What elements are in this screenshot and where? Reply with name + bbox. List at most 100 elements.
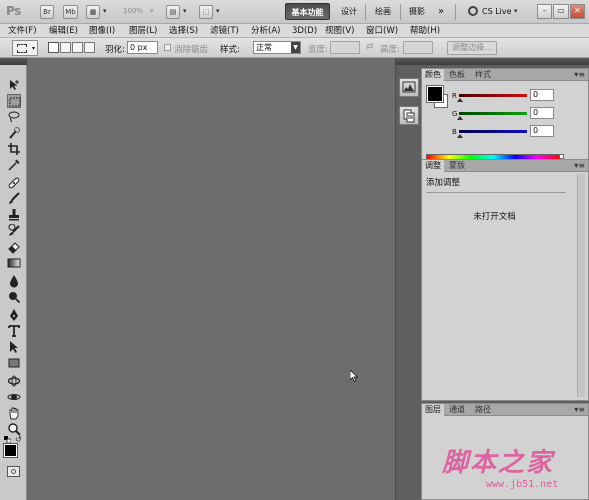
foreground-color-swatch[interactable] [426, 85, 444, 103]
eraser-tool-icon[interactable] [7, 240, 21, 254]
intersect-selection-icon[interactable] [84, 42, 95, 53]
menu-edit[interactable]: 编辑(E) [49, 25, 78, 37]
history-brush-tool-icon[interactable] [7, 223, 21, 238]
cs-live-dropdown-icon[interactable]: ▾ [514, 7, 518, 15]
rectangular-marquee-tool-icon[interactable] [7, 94, 21, 108]
arrange-dropdown-icon[interactable]: ▾ [183, 7, 187, 15]
menu-image[interactable]: 图像(I) [89, 25, 115, 37]
path-selection-tool-icon[interactable] [7, 340, 21, 354]
dodge-tool-icon[interactable] [7, 290, 21, 304]
pen-tool-icon[interactable] [7, 308, 21, 322]
history-icon [403, 109, 415, 123]
minimize-button[interactable]: – [537, 4, 553, 19]
panel-menu-icon[interactable]: ▾≡ [574, 404, 585, 416]
arrange-documents-button[interactable]: ▤ [166, 5, 180, 19]
cs-live-button[interactable]: CS Live [482, 7, 512, 16]
red-slider-thumb[interactable] [457, 98, 463, 102]
history-panel-button[interactable] [399, 106, 419, 125]
menu-layer[interactable]: 图层(L) [129, 25, 157, 37]
blue-slider-thumb[interactable] [457, 134, 463, 138]
menu-file[interactable]: 文件(F) [8, 25, 37, 37]
menu-analysis[interactable]: 分析(A) [251, 25, 280, 37]
toolbox-grip[interactable] [0, 58, 27, 65]
blue-value-input[interactable]: 0 [530, 125, 554, 137]
workspace-photography[interactable]: 摄影 [404, 3, 430, 20]
adjustments-scrollbar[interactable] [577, 174, 585, 397]
green-slider-thumb[interactable] [457, 116, 463, 120]
new-selection-icon[interactable] [48, 42, 59, 53]
bridge-button[interactable]: Br [40, 5, 54, 19]
tab-paths[interactable]: 路径 [472, 404, 494, 416]
swap-colors-icon[interactable]: ↺ [15, 435, 22, 444]
blue-slider[interactable] [459, 130, 527, 133]
move-tool-icon[interactable] [7, 78, 21, 92]
swap-dimensions-icon[interactable]: ⇄ [366, 42, 374, 52]
panel-menu-icon[interactable]: ▾≡ [574, 69, 585, 81]
foreground-color-swatch[interactable] [3, 443, 18, 458]
3d-orbit-tool-icon[interactable] [7, 390, 21, 404]
menu-window[interactable]: 窗口(W) [366, 25, 398, 37]
tab-styles[interactable]: 样式 [472, 69, 494, 81]
rectangle-tool-icon[interactable] [7, 356, 21, 370]
height-field[interactable] [403, 41, 433, 54]
style-select[interactable]: 正常 ▼ [253, 41, 301, 54]
type-tool-icon[interactable] [7, 324, 21, 338]
tab-adjustments[interactable]: 调整 [422, 160, 444, 172]
histogram-panel-button[interactable] [399, 78, 419, 97]
antialias-checkbox[interactable] [164, 44, 171, 51]
zoom-tool-icon[interactable] [7, 422, 21, 436]
tool-preset-picker[interactable]: ▾ [12, 40, 38, 56]
spot-healing-brush-tool-icon[interactable] [7, 176, 21, 190]
screen-mode-button[interactable]: ⬚ [199, 5, 213, 19]
3d-rotate-tool-icon[interactable] [7, 374, 21, 388]
workspace-divider [400, 4, 401, 20]
view-extras-dropdown-icon[interactable]: ▾ [103, 7, 107, 15]
feather-input[interactable]: 0 px [127, 41, 158, 54]
red-slider[interactable] [459, 94, 527, 97]
screen-mode-dropdown-icon[interactable]: ▾ [216, 7, 220, 15]
default-colors-icon[interactable] [4, 436, 12, 444]
workspace-design[interactable]: 设计 [337, 3, 361, 20]
panels-grip[interactable] [421, 58, 589, 65]
chevron-down-icon: ▼ [291, 42, 300, 53]
green-slider[interactable] [459, 112, 527, 115]
more-workspaces-button[interactable]: » [434, 3, 448, 20]
menu-help[interactable]: 帮助(H) [410, 25, 440, 37]
menu-3d[interactable]: 3D(D) [292, 25, 317, 37]
brush-tool-icon[interactable] [7, 192, 21, 206]
tab-channels[interactable]: 通道 [446, 404, 468, 416]
menu-select[interactable]: 选择(S) [169, 25, 198, 37]
refine-edge-button[interactable]: 调整边缘... [447, 41, 497, 55]
restore-button[interactable]: ▭ [553, 4, 569, 19]
tab-masks[interactable]: 蒙版 [446, 160, 468, 172]
clone-stamp-tool-icon[interactable] [7, 208, 21, 222]
menu-filter[interactable]: 滤镜(T) [210, 25, 239, 37]
workspace-essentials[interactable]: 基本功能 [285, 3, 330, 20]
tab-layers[interactable]: 图层 [422, 404, 444, 416]
blur-tool-icon[interactable] [7, 274, 21, 288]
quick-mask-icon[interactable] [7, 466, 20, 477]
add-to-selection-icon[interactable] [60, 42, 71, 53]
crop-tool-icon[interactable] [7, 142, 21, 156]
eyedropper-tool-icon[interactable] [7, 158, 21, 172]
zoom-level[interactable]: 100% [123, 7, 143, 15]
workspace-painting[interactable]: 绘画 [370, 3, 396, 20]
minibridge-button[interactable]: Mb [63, 5, 78, 19]
view-extras-button[interactable]: ▦ [86, 5, 100, 19]
green-value-input[interactable]: 0 [530, 107, 554, 119]
lasso-tool-icon[interactable] [7, 110, 21, 124]
hand-tool-icon[interactable] [7, 406, 21, 420]
panel-menu-icon[interactable]: ▾≡ [574, 160, 585, 172]
menu-view[interactable]: 视图(V) [325, 25, 354, 37]
quick-selection-tool-icon[interactable] [7, 126, 21, 140]
gradient-tool-icon[interactable] [7, 256, 21, 270]
zoom-dropdown-icon[interactable]: ▾ [150, 7, 154, 15]
dock-grip[interactable] [396, 58, 422, 65]
tab-swatches[interactable]: 色板 [446, 69, 468, 81]
subtract-from-selection-icon[interactable] [72, 42, 83, 53]
document-canvas-area[interactable] [28, 58, 395, 500]
close-button[interactable]: ✕ [569, 4, 585, 19]
tab-color[interactable]: 颜色 [422, 69, 444, 81]
width-field[interactable] [330, 41, 360, 54]
red-value-input[interactable]: 0 [530, 89, 554, 101]
